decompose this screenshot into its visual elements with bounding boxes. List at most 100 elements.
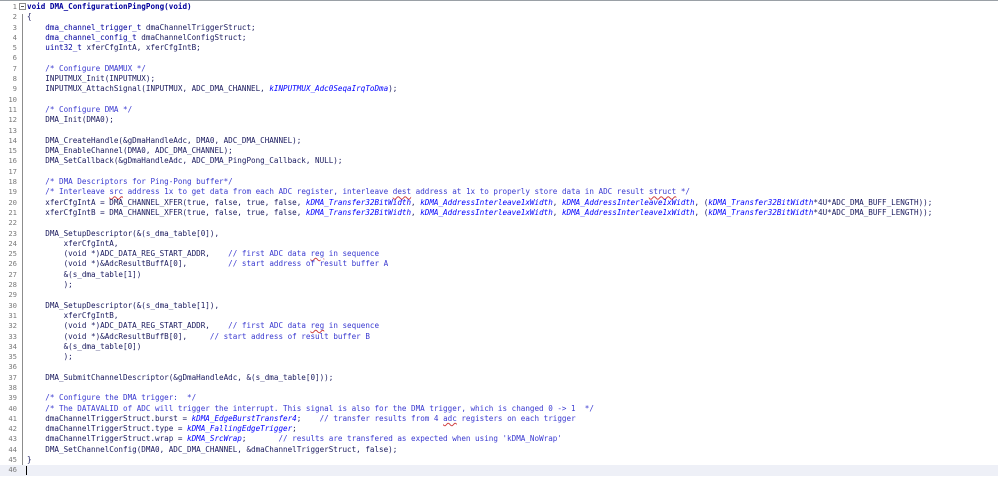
code-token: /* The DATAVALID of ADC will trigger the… (45, 403, 594, 413)
code-text[interactable]: xferCfgIntA, (27, 239, 119, 249)
code-text[interactable]: /* Configure DMAMUX */ (27, 64, 146, 74)
code-text[interactable]: dma_channel_config_t dmaChannelConfigStr… (27, 33, 246, 43)
code-line[interactable]: 46 (0, 465, 998, 476)
code-text[interactable]: &(s_dma_table[1]) (27, 270, 142, 280)
code-line[interactable]: 10 (0, 95, 998, 105)
code-text[interactable]: void DMA_ConfigurationPingPong(void) (27, 2, 192, 12)
code-line[interactable]: 8 INPUTMUX_Init(INPUTMUX); (0, 74, 998, 84)
code-line[interactable]: 30 DMA_SetupDescriptor(&(s_dma_table[1])… (0, 301, 998, 311)
code-text[interactable]: (void *)&AdcResultBuffB[0], // start add… (27, 332, 370, 342)
code-line[interactable]: 2{ (0, 12, 998, 22)
code-token: ); (27, 280, 73, 290)
line-number: 43 (8, 434, 17, 444)
code-token: kDMA_SrcWrap (187, 434, 242, 444)
code-text[interactable]: } (27, 455, 32, 465)
code-editor[interactable]: 1 void DMA_ConfigurationPingPong(void) 2{3… (0, 0, 998, 482)
code-text[interactable]: /* Configure the DMA trigger: */ (27, 393, 196, 403)
code-text[interactable]: { (27, 12, 32, 22)
code-line[interactable]: 18 /* DMA Descriptors for Ping-Pong buff… (0, 177, 998, 187)
code-line[interactable]: 28 ); (0, 280, 998, 290)
line-number: 7 (12, 63, 17, 73)
code-line[interactable]: 45} (0, 455, 998, 465)
code-text[interactable]: (void *)ADC_DATA_REG_START_ADDR, // firs… (27, 321, 380, 331)
code-line[interactable]: 39 /* Configure the DMA trigger: */ (0, 393, 998, 403)
code-line[interactable]: 15 DMA_EnableChannel(DMA0, ADC_DMA_CHANN… (0, 146, 998, 156)
code-line[interactable]: 7 /* Configure DMAMUX */ (0, 64, 998, 74)
code-line[interactable]: 32 (void *)ADC_DATA_REG_START_ADDR, // f… (0, 321, 998, 331)
code-text[interactable]: (void *)&AdcResultBuffA[0], // start add… (27, 259, 389, 269)
code-line[interactable]: 6 (0, 53, 998, 63)
line-number: 12 (8, 115, 17, 125)
code-line[interactable]: 37 DMA_SubmitChannelDescriptor(&gDmaHand… (0, 373, 998, 383)
code-text[interactable]: DMA_SetChannelConfig(DMA0, ADC_DMA_CHANN… (27, 445, 397, 455)
code-area[interactable]: 1 void DMA_ConfigurationPingPong(void) 2{3… (0, 2, 998, 476)
code-line[interactable]: 40 /* The DATAVALID of ADC will trigger … (0, 404, 998, 414)
code-line[interactable]: 22 (0, 218, 998, 228)
line-number: 26 (8, 259, 17, 269)
code-text[interactable]: DMA_Init(DMA0); (27, 115, 114, 125)
line-number: 25 (8, 249, 17, 259)
line-number: 34 (8, 341, 17, 351)
code-line[interactable]: 29 (0, 290, 998, 300)
code-line[interactable]: 27 &(s_dma_table[1]) (0, 270, 998, 280)
code-token: dmaChannelConfigStruct; (136, 32, 247, 42)
code-line[interactable]: 4 dma_channel_config_t dmaChannelConfigS… (0, 33, 998, 43)
code-text[interactable]: /* DMA Descriptors for Ping-Pong buffer*… (27, 177, 232, 187)
code-line[interactable]: 36 (0, 362, 998, 372)
code-line[interactable]: 42 dmaChannelTriggerStruct.type = kDMA_F… (0, 424, 998, 434)
code-token: /* Configure DMAMUX */ (45, 63, 146, 73)
line-number: 21 (8, 207, 17, 217)
code-line[interactable]: 17 (0, 167, 998, 177)
code-text[interactable]: dmaChannelTriggerStruct.burst = kDMA_Edg… (27, 414, 575, 424)
code-text[interactable]: dma_channel_trigger_t dmaChannelTriggerS… (27, 23, 255, 33)
code-line[interactable]: 12 DMA_Init(DMA0); (0, 115, 998, 125)
code-line[interactable]: 41 dmaChannelTriggerStruct.burst = kDMA_… (0, 414, 998, 424)
code-text[interactable]: /* Interleave src address 1x to get data… (27, 187, 690, 197)
code-line[interactable]: 1 void DMA_ConfigurationPingPong(void) (0, 2, 998, 12)
code-text[interactable]: &(s_dma_table[0]) (27, 342, 142, 352)
code-line[interactable]: 19 /* Interleave src address 1x to get d… (0, 187, 998, 197)
code-text[interactable]: xferCfgIntB, (27, 311, 119, 321)
code-text[interactable]: xferCfgIntA = DMA_CHANNEL_XFER(true, fal… (27, 198, 932, 208)
code-line[interactable]: 35 ); (0, 352, 998, 362)
code-line[interactable]: 33 (void *)&AdcResultBuffB[0], // start … (0, 332, 998, 342)
code-line[interactable]: 38 (0, 383, 998, 393)
code-line[interactable]: 16 DMA_SetCallback(&gDmaHandleAdc, ADC_D… (0, 156, 998, 166)
code-line[interactable]: 14 DMA_CreateHandle(&gDmaHandleAdc, DMA0… (0, 136, 998, 146)
code-text[interactable]: dmaChannelTriggerStruct.type = kDMA_Fall… (27, 424, 296, 434)
code-text[interactable]: INPUTMUX_AttachSignal(INPUTMUX, ADC_DMA_… (27, 84, 397, 94)
code-line[interactable]: 13 (0, 126, 998, 136)
line-number: 45 (8, 455, 17, 465)
code-line[interactable]: 43 dmaChannelTriggerStruct.wrap = kDMA_S… (0, 434, 998, 444)
code-text[interactable]: DMA_EnableChannel(DMA0, ADC_DMA_CHANNEL)… (27, 146, 232, 156)
code-text[interactable]: INPUTMUX_Init(INPUTMUX); (27, 74, 155, 84)
code-line[interactable]: 44 DMA_SetChannelConfig(DMA0, ADC_DMA_CH… (0, 445, 998, 455)
code-line[interactable]: 9 INPUTMUX_AttachSignal(INPUTMUX, ADC_DM… (0, 84, 998, 94)
code-text[interactable]: ); (27, 352, 73, 362)
code-text[interactable]: DMA_SetupDescriptor(&(s_dma_table[1]), (27, 301, 219, 311)
code-line[interactable]: 24 xferCfgIntA, (0, 239, 998, 249)
code-line[interactable]: 34 &(s_dma_table[0]) (0, 342, 998, 352)
code-line[interactable]: 25 (void *)ADC_DATA_REG_START_ADDR, // f… (0, 249, 998, 259)
code-text[interactable]: /* Configure DMA */ (27, 105, 132, 115)
code-text[interactable]: DMA_CreateHandle(&gDmaHandleAdc, DMA0, A… (27, 136, 301, 146)
code-text[interactable]: uint32_t xferCfgIntA, xferCfgIntB; (27, 43, 200, 53)
code-text[interactable]: DMA_SetCallback(&gDmaHandleAdc, ADC_DMA_… (27, 156, 342, 166)
code-text[interactable]: /* The DATAVALID of ADC will trigger the… (27, 404, 594, 414)
code-text[interactable]: dmaChannelTriggerStruct.wrap = kDMA_SrcW… (27, 434, 562, 444)
code-line[interactable]: 3 dma_channel_trigger_t dmaChannelTrigge… (0, 23, 998, 33)
code-line[interactable]: 5 uint32_t xferCfgIntA, xferCfgIntB; (0, 43, 998, 53)
code-line[interactable]: 26 (void *)&AdcResultBuffA[0], // start … (0, 259, 998, 269)
code-line[interactable]: 23 DMA_SetupDescriptor(&(s_dma_table[0])… (0, 229, 998, 239)
line-number: 18 (8, 177, 17, 187)
code-text[interactable]: ); (27, 280, 73, 290)
line-number: 46 (8, 465, 17, 475)
code-line[interactable]: 21 xferCfgIntB = DMA_CHANNEL_XFER(true, … (0, 208, 998, 218)
code-line[interactable]: 20 xferCfgIntA = DMA_CHANNEL_XFER(true, … (0, 198, 998, 208)
code-text[interactable]: DMA_SubmitChannelDescriptor(&gDmaHandleA… (27, 373, 333, 383)
code-line[interactable]: 31 xferCfgIntB, (0, 311, 998, 321)
code-text[interactable]: DMA_SetupDescriptor(&(s_dma_table[0]), (27, 229, 219, 239)
code-text[interactable]: xferCfgIntB = DMA_CHANNEL_XFER(true, fal… (27, 208, 932, 218)
code-text[interactable]: (void *)ADC_DATA_REG_START_ADDR, // firs… (27, 249, 380, 259)
code-line[interactable]: 11 /* Configure DMA */ (0, 105, 998, 115)
